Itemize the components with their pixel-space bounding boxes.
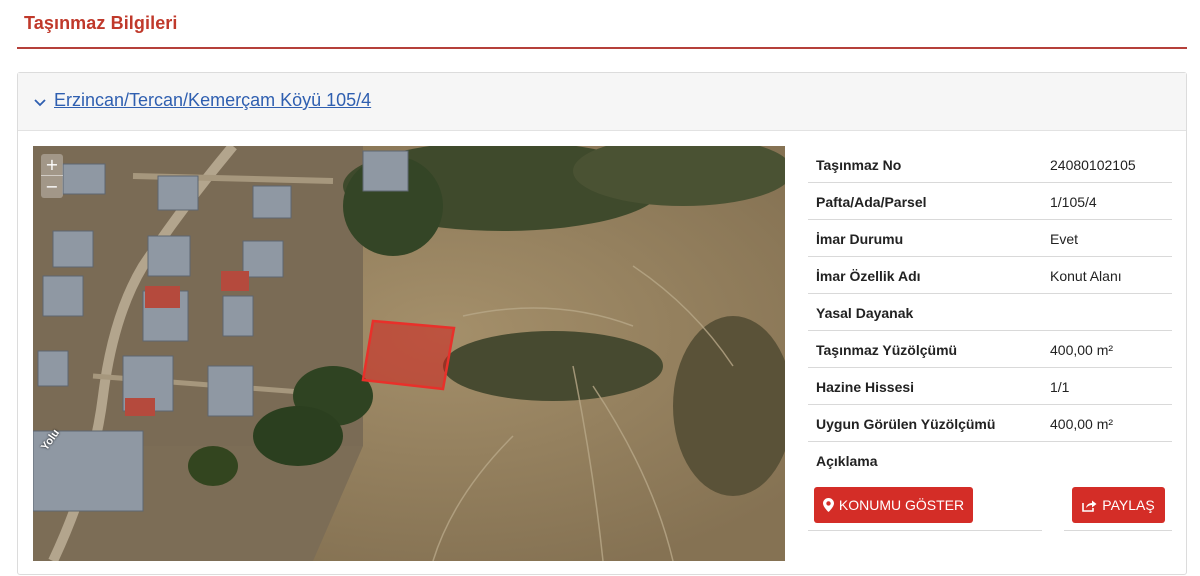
zoom-in-button[interactable]: + (41, 154, 63, 176)
page-title: Taşınmaz Bilgileri (24, 13, 178, 33)
chevron-down-icon[interactable] (33, 95, 47, 109)
info-row: Taşınmaz No 24080102105 (808, 146, 1172, 183)
share-icon (1082, 500, 1097, 512)
divider (1064, 530, 1172, 531)
info-label: Açıklama (816, 453, 878, 469)
parcel-title-link[interactable]: Erzincan/Tercan/Kemerçam Köyü 105/4 (54, 90, 371, 111)
divider (808, 530, 1042, 531)
info-row: Yasal Dayanak (808, 294, 1172, 331)
info-value: 400,00 m² (1050, 416, 1114, 432)
info-label: Taşınmaz No (816, 157, 902, 173)
show-location-button[interactable]: KONUMU GÖSTER (814, 487, 973, 523)
info-value: 1/105/4 (1050, 194, 1097, 210)
info-table: Taşınmaz No 24080102105 Pafta/Ada/Parsel 1… (808, 146, 1172, 531)
info-row: Uygun Görülen Yüzölçümü 400,00 m² (808, 405, 1172, 442)
info-row: İmar Durumu Evet (808, 220, 1172, 257)
info-label: İmar Durumu (816, 231, 904, 247)
zoom-out-button[interactable]: − (41, 176, 63, 198)
info-row: Taşınmaz Yüzölçümü 400,00 m² (808, 331, 1172, 368)
info-value: Konut Alanı (1050, 268, 1122, 284)
info-label: İmar Özellik Adı (816, 268, 921, 284)
info-label: Taşınmaz Yüzölçümü (816, 342, 958, 358)
info-value: 1/1 (1050, 379, 1070, 395)
zoom-controls: + − (41, 154, 63, 198)
info-row: Hazine Hissesi 1/1 (808, 368, 1172, 405)
share-label: PAYLAŞ (1102, 497, 1155, 513)
info-label: Hazine Hissesi (816, 379, 915, 395)
info-row: İmar Özellik Adı Konut Alanı (808, 257, 1172, 294)
share-button[interactable]: PAYLAŞ (1072, 487, 1165, 523)
info-value: 24080102105 (1050, 157, 1136, 173)
info-label: Uygun Görülen Yüzölçümü (816, 416, 996, 432)
info-label: Yasal Dayanak (816, 305, 914, 321)
map-marker-icon (822, 498, 834, 512)
parcel-card: Erzincan/Tercan/Kemerçam Köyü 105/4 + − … (17, 72, 1187, 575)
info-row: Açıklama (808, 442, 1172, 479)
info-value: 400,00 m² (1050, 342, 1114, 358)
page-header: Taşınmaz Bilgileri (17, 0, 1187, 49)
card-header[interactable]: Erzincan/Tercan/Kemerçam Köyü 105/4 (18, 73, 1186, 131)
info-value: Evet (1050, 231, 1079, 247)
info-label: Pafta/Ada/Parsel (816, 194, 927, 210)
action-buttons: KONUMU GÖSTER PAYLAŞ (808, 479, 1172, 531)
info-row: Pafta/Ada/Parsel 1/105/4 (808, 183, 1172, 220)
show-location-label: KONUMU GÖSTER (838, 497, 965, 513)
satellite-map[interactable]: + − Yolu (33, 146, 785, 561)
map-imagery (33, 146, 785, 561)
